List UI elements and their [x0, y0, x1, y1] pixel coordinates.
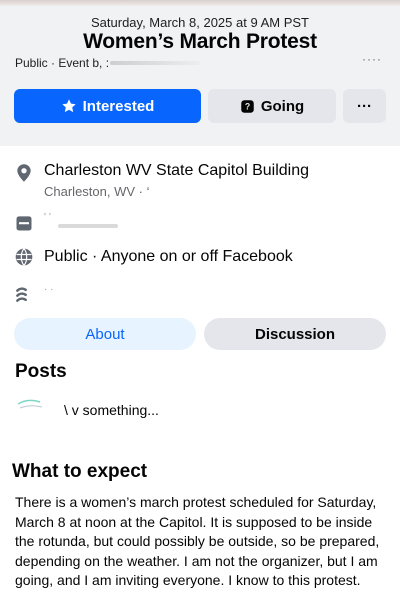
- calendar-icon: [16, 216, 32, 231]
- map-pin-icon: [17, 164, 31, 182]
- svg-text:?: ?: [245, 101, 250, 111]
- location-row[interactable]: Charleston WV State Capitol Building Cha…: [0, 160, 400, 202]
- extra-text: · ·: [44, 284, 54, 295]
- avatar: [17, 399, 43, 409]
- privacy-row: Public · Anyone on or off Facebook: [0, 246, 400, 272]
- question-icon: ?: [241, 99, 254, 113]
- redacted-host-name: [110, 61, 200, 65]
- location-name: Charleston WV State Capitol Building: [44, 162, 310, 179]
- event-title: Women’s March Protest: [83, 30, 317, 53]
- location-address: Charleston, WV · ‘: [44, 184, 150, 199]
- more-options-button[interactable]: ···: [343, 89, 386, 123]
- event-meta: Public · Event b, :: [15, 56, 110, 70]
- redacted-text: [58, 224, 118, 228]
- posts-heading: Posts: [15, 361, 67, 382]
- header-more-dots: ····: [362, 52, 382, 66]
- tab-discussion[interactable]: Discussion: [204, 318, 386, 350]
- star-icon: [61, 99, 76, 113]
- event-date: Saturday, March 8, 2025 at 9 AM PST: [91, 15, 309, 30]
- tab-about[interactable]: About: [14, 318, 196, 350]
- detail-row-hosts: ' ’: [0, 210, 400, 236]
- hosts-text: ' ’: [44, 212, 51, 223]
- expect-description: There is a women’s march protest schedul…: [15, 494, 380, 588]
- write-post-prompt[interactable]: \ v something...: [64, 402, 159, 418]
- globe-icon: [15, 248, 33, 266]
- detail-row-extra: · ·: [0, 284, 400, 306]
- privacy-text: Public · Anyone on or off Facebook: [44, 248, 293, 265]
- expect-heading: What to expect: [12, 461, 148, 482]
- interested-label: Interested: [82, 97, 155, 115]
- going-button[interactable]: ? Going: [208, 89, 336, 123]
- link-icon: [16, 287, 27, 302]
- interested-button[interactable]: Interested: [14, 89, 201, 123]
- going-label: Going: [260, 97, 305, 115]
